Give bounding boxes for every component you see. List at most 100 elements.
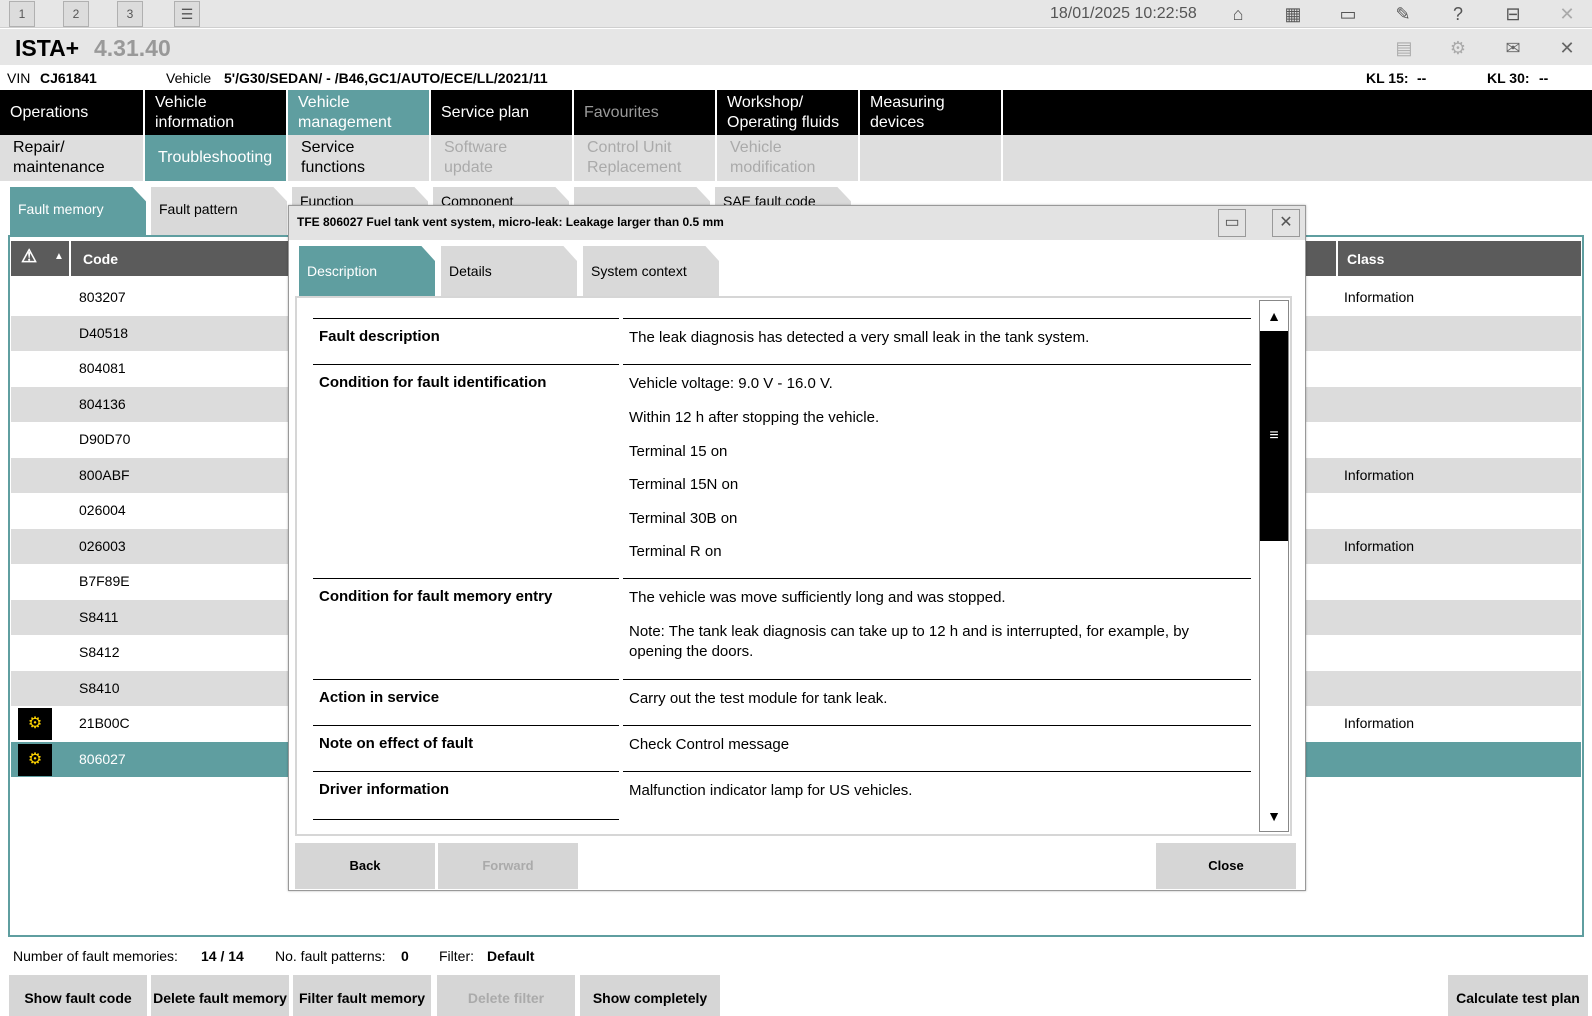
menu-operations[interactable]: Operations (0, 90, 145, 135)
dialog-scrollbar[interactable]: ▲ ≡ ▼ (1259, 300, 1289, 832)
section-divider (623, 578, 1251, 579)
workshop-icon[interactable]: ▦ (1279, 0, 1307, 28)
kl30-value: -- (1539, 70, 1549, 86)
minimize-icon[interactable]: ⊟ (1499, 0, 1527, 28)
section-value: Check Control message (629, 736, 790, 753)
dialog-close-icon[interactable]: ✕ (1272, 209, 1300, 237)
column-divider (1336, 241, 1338, 276)
section-divider (313, 725, 619, 726)
calculate-test-plan-button[interactable]: Calculate test plan (1448, 975, 1588, 1016)
section-value: Malfunction indicator lamp for US vehicl… (629, 782, 913, 799)
fault-class-cell: Information (1344, 537, 1415, 554)
fault-detail-dialog: TFE 806027 Fuel tank vent system, micro-… (288, 205, 1306, 891)
menu-favourites[interactable]: Favourites (574, 90, 717, 135)
fault-count-label: Number of fault memories: (13, 948, 178, 964)
dialog-tab-description[interactable]: Description (299, 246, 435, 296)
menu-vehicle-management[interactable]: Vehicle management (288, 90, 431, 135)
menu-vehicle-information[interactable]: Vehicle information (145, 90, 288, 135)
submenu-service-functions[interactable]: Service functions (288, 135, 431, 181)
fault-patterns-value: 0 (401, 948, 409, 964)
submenu-control-unit-replacement[interactable]: Control Unit Replacement (574, 135, 717, 181)
section-label: Note on effect of fault (319, 735, 474, 752)
fault-class-cell: Information (1344, 289, 1415, 305)
dialog-title: TFE 806027 Fuel tank vent system, micro-… (297, 215, 724, 229)
fault-patterns-label: No. fault patterns: (275, 948, 386, 964)
list-icon[interactable]: ☰ (174, 1, 200, 27)
close-window-icon[interactable]: ✕ (1553, 35, 1581, 61)
dialog-back-button[interactable]: Back (295, 843, 435, 889)
settings-icon[interactable]: ⚙ (1444, 35, 1472, 61)
section-label: Action in service (319, 689, 440, 706)
section-value: Terminal 15N on (629, 476, 739, 493)
main-menu: Operations Vehicle information Vehicle m… (0, 90, 1592, 135)
menu-workshop-fluids[interactable]: Workshop/ Operating fluids (717, 90, 860, 135)
engine-warning-icon: ⚙ (18, 743, 52, 776)
fault-code-cell: 026004 (79, 502, 126, 518)
kl15-value: -- (1417, 70, 1427, 86)
section-divider (623, 679, 1251, 680)
dialog-tab-details[interactable]: Details (441, 246, 577, 296)
dialog-titlebar: TFE 806027 Fuel tank vent system, micro-… (289, 206, 1305, 240)
section-divider (313, 819, 619, 820)
section-value: Terminal R on (629, 543, 722, 560)
fault-code-cell: 804136 (79, 395, 126, 412)
sort-ascending-icon: ▲ (54, 251, 64, 262)
code-column-header[interactable]: Code (83, 251, 118, 267)
section-divider (623, 771, 1251, 772)
submenu-repair-maintenance[interactable]: Repair/ maintenance (0, 135, 145, 181)
filter-fault-memory-button[interactable]: Filter fault memory (293, 975, 431, 1016)
tab-fault-memory[interactable]: Fault memory (10, 187, 146, 235)
vin-label: VIN (7, 70, 31, 86)
app-version: 4.31.40 (94, 35, 171, 61)
home-icon[interactable]: ⌂ (1224, 0, 1252, 28)
vehicle-row: VIN CJ61841 Vehicle 5'/G30/SEDAN/ - /B46… (0, 65, 1592, 90)
show-fault-code-button[interactable]: Show fault code (9, 975, 147, 1016)
copy-icon[interactable]: ▤ (1390, 35, 1418, 61)
submenu-troubleshooting[interactable]: Troubleshooting (145, 135, 288, 181)
submenu-vehicle-modification[interactable]: Vehicle modification (717, 135, 860, 181)
class-column-header[interactable]: Class (1347, 251, 1384, 267)
description-section: Action in service Carry out the test modu… (313, 679, 1251, 725)
menu-measuring-devices[interactable]: Measuring devices (860, 90, 1003, 135)
vehicle-label: Vehicle (166, 70, 212, 86)
scroll-down-arrow-icon[interactable]: ▼ (1260, 801, 1288, 831)
description-section: Condition for fault memory entry The vehi… (313, 578, 1251, 679)
menu-service-plan[interactable]: Service plan (431, 90, 574, 135)
delete-fault-memory-button[interactable]: Delete fault memory (151, 975, 289, 1016)
title-row: ISTA+ 4.31.40 ▤ ⚙ ✉ ✕ (0, 29, 1592, 65)
delete-filter-button[interactable]: Delete filter (437, 975, 575, 1016)
submenu-software-update[interactable]: Software update (431, 135, 574, 181)
description-section: Driver information Malfunction indicator … (313, 771, 1251, 819)
section-divider (623, 364, 1251, 365)
description-section: Condition for fault identification Vehicl… (313, 364, 1251, 578)
workspace-2-button[interactable]: 2 (63, 1, 89, 27)
fault-code-cell: D40518 (79, 324, 129, 341)
kl15-label: KL 15: (1366, 70, 1409, 86)
tab-fault-pattern[interactable]: Fault pattern (151, 187, 287, 235)
print-icon[interactable]: ▭ (1334, 0, 1362, 28)
fault-code-cell: 800ABF (79, 466, 130, 483)
mail-icon[interactable]: ✉ (1499, 35, 1527, 61)
scroll-thumb[interactable]: ≡ (1260, 331, 1288, 541)
wrench-icon[interactable]: ✎ (1389, 0, 1417, 28)
workspace-1-button[interactable]: 1 (9, 1, 35, 27)
section-value: Terminal 30B on (629, 510, 738, 527)
close-app-icon[interactable]: ✕ (1553, 0, 1581, 28)
warning-triangle-icon: ⚠ (21, 246, 38, 266)
filter-value: Default (487, 948, 535, 964)
dialog-print-icon[interactable]: ▭ (1218, 209, 1246, 237)
description-section: Note on effect of fault Check Control mes… (313, 725, 1251, 771)
dialog-tab-system-context[interactable]: System context (583, 246, 719, 296)
scroll-up-arrow-icon[interactable]: ▲ (1260, 301, 1288, 331)
dialog-close-button[interactable]: Close (1156, 843, 1296, 889)
description-section: Fault description The leak diagnosis has … (313, 318, 1251, 364)
fault-code-cell: B7F89E (79, 573, 130, 589)
workspace-3-button[interactable]: 3 (117, 1, 143, 27)
show-completely-button[interactable]: Show completely (580, 975, 720, 1016)
dialog-forward-button[interactable]: Forward (438, 843, 578, 889)
warning-column-header[interactable]: ⚠ ▲ (11, 241, 71, 276)
dialog-content: Fault description The leak diagnosis has … (295, 296, 1292, 836)
filter-label: Filter: (439, 948, 474, 964)
help-icon[interactable]: ? (1444, 0, 1472, 28)
section-divider (313, 578, 619, 579)
